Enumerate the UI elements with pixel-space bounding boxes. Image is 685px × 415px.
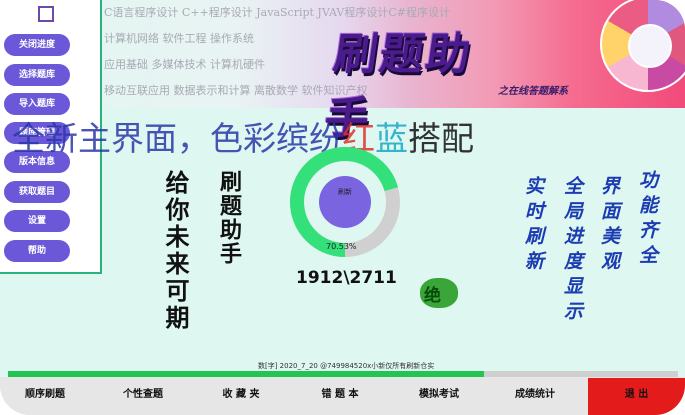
sidebar-item-close-progress[interactable]: 关闭进度 <box>4 34 70 56</box>
badge-text: 绝 <box>424 286 441 306</box>
progress-count: 1912\2711 <box>296 268 397 288</box>
window-menu-icon[interactable] <box>38 6 54 22</box>
slogan-app: 刷题助手 <box>216 170 241 266</box>
sidebar-item-settings[interactable]: 设置 <box>4 210 70 232</box>
nav-personal-search[interactable]: 个性查题 <box>98 378 188 412</box>
refresh-label[interactable]: 刷新 <box>330 187 360 197</box>
nav-wrong-answers[interactable]: 错 题 本 <box>295 378 385 412</box>
slogan-future: 给你未来可期 <box>161 170 189 332</box>
headline-tail-text: 搭配 <box>408 119 474 158</box>
sidebar-item-get-questions[interactable]: 获取题目 <box>4 181 70 203</box>
footer-credit: 数[字] 2020_7_20 @749984520x小新仅所有刷新仓实 <box>258 362 435 370</box>
app-logo-subtitle: 之在线答题解系 <box>498 86 568 97</box>
feature-complete: 功能齐全 <box>636 170 658 270</box>
app-window: C语言程序设计 C++程序设计 JavaScript JVAV程序设计C#程序设… <box>0 0 685 415</box>
sidebar-item-help[interactable]: 帮助 <box>4 240 70 262</box>
nav-sequential-practice[interactable]: 顺序刷题 <box>0 378 90 412</box>
nav-score-stats[interactable]: 成绩统计 <box>490 378 580 412</box>
sidebar-item-select-bank[interactable]: 选择题库 <box>4 64 70 86</box>
feature-nice-ui: 界面美观 <box>598 176 620 276</box>
progress-ring-center <box>319 176 371 228</box>
nav-mock-exam[interactable]: 模拟考试 <box>394 378 484 412</box>
nav-favorites[interactable]: 收 藏 夹 <box>196 378 286 412</box>
feature-global-progress: 全局进度显示 <box>561 176 583 326</box>
exit-button[interactable]: 退 出 <box>588 378 685 415</box>
progress-percent: 70.53% <box>326 242 357 251</box>
wheel-center <box>628 24 672 68</box>
progress-ring <box>290 147 400 257</box>
feature-realtime-refresh: 实时刷新 <box>522 176 544 276</box>
